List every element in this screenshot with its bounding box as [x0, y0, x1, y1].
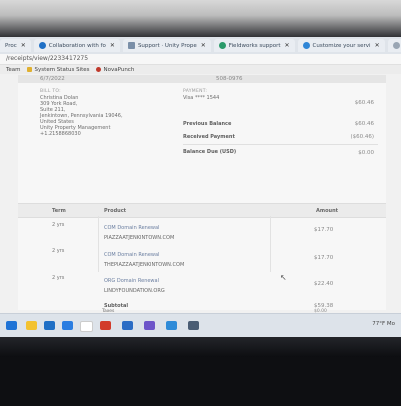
teams-icon[interactable] [144, 321, 155, 330]
support-icon [127, 42, 135, 49]
payment-amount: $60.46 [354, 100, 374, 106]
item-product: COM Domain Renewal [104, 252, 160, 258]
item-domain: THEPIAZZAATJENKINTOWN.COM [104, 262, 185, 268]
word-icon[interactable] [122, 321, 133, 330]
item-amount: $17.70 [314, 227, 334, 233]
item-term: 2 yrs [52, 248, 65, 254]
bookmarks-bar: Team System Status Sites NovaPunch [0, 65, 401, 74]
bookmark-label: Team [6, 66, 21, 73]
item-domain: LINDYFOUNDATION.ORG [104, 288, 165, 294]
column-divider [98, 216, 99, 272]
windows-taskbar: 77°F Mo [0, 313, 401, 337]
close-icon[interactable]: ✕ [201, 42, 206, 49]
balance-due-label: Balance Due (USD) [183, 149, 237, 155]
tab-label: Fieldworks support [228, 42, 281, 49]
column-amount: Amount [316, 208, 339, 214]
novapunch-icon [95, 67, 101, 72]
app-icon[interactable] [188, 321, 199, 330]
bookmark-label: NovaPunch [103, 66, 135, 73]
edge-icon[interactable] [62, 321, 73, 330]
address-bar[interactable]: /receipts/view/2233417275 [0, 54, 401, 65]
mouse-cursor-icon: ↖ [280, 273, 287, 282]
browser-tab-bar: Proc ✕ Collaboration with fo ✕ Support ·… [0, 37, 401, 55]
tab-label: Customize your servi [312, 42, 371, 49]
item-term: 2 yrs [52, 275, 65, 281]
received-payment-label: Received Payment [183, 134, 235, 140]
previous-balance: $60.46 [354, 121, 374, 127]
start-icon[interactable] [6, 321, 17, 330]
weather-text: 77°F Mo [372, 321, 395, 327]
tab-collaboration[interactable]: Collaboration with fo ✕ [33, 39, 120, 52]
bookmark-team[interactable]: Team [6, 67, 21, 73]
bookmark-label: System Status Sites [34, 66, 90, 73]
payment-label: PAYMENT: [183, 89, 208, 94]
office-icon[interactable] [100, 321, 111, 330]
received-payment: ($60.46) [350, 134, 374, 140]
balance-due: $0.00 [358, 150, 374, 156]
globe-icon [392, 42, 400, 49]
invoice-header-strip: 6/7/2022 508-0976 [18, 75, 386, 83]
payment-method: Visa **** 1544 [183, 95, 220, 101]
chrome-icon[interactable] [80, 321, 93, 332]
customize-icon [302, 42, 310, 49]
item-amount: $17.70 [314, 255, 334, 261]
column-product: Product [104, 208, 127, 214]
bill-to-label: BILL TO: [40, 89, 61, 94]
invoice-page: 6/7/2022 508-0976 BILL TO: Christina Dol… [18, 75, 386, 310]
tab-my[interactable]: My [387, 39, 401, 52]
outlook-icon[interactable] [44, 321, 55, 330]
divider [183, 144, 378, 145]
outlook-icon [38, 42, 46, 49]
bookmark-novapunch[interactable]: NovaPunch [95, 66, 135, 73]
item-product: COM Domain Renewal [104, 225, 160, 231]
tab-label: Proc [5, 42, 17, 49]
url-text: /receipts/view/2233417275 [6, 55, 89, 62]
close-icon[interactable]: ✕ [110, 42, 115, 49]
tab-support[interactable]: Support · Unity Prope ✕ [122, 39, 211, 52]
file-explorer-icon[interactable] [26, 321, 37, 330]
line-items-header: Term Product Amount [18, 203, 386, 218]
weather-clock[interactable]: 77°F Mo [372, 321, 395, 327]
close-icon[interactable]: ✕ [21, 42, 26, 49]
tab-proc[interactable]: Proc ✕ [0, 39, 31, 52]
folder-icon [26, 67, 32, 72]
fieldworks-icon [218, 42, 226, 49]
tab-customize[interactable]: Customize your servi ✕ [297, 39, 385, 52]
screen: Proc ✕ Collaboration with fo ✕ Support ·… [0, 37, 401, 337]
bill-to-address: Christina Dolan 309 York Road, Suite 211… [40, 95, 123, 137]
tab-label: Support · Unity Prope [137, 42, 197, 49]
edge-browser-icon[interactable] [166, 321, 177, 330]
order-number: 508-0976 [216, 76, 243, 82]
desk-shadow [0, 337, 401, 357]
address-line: +1.2158868030 [40, 131, 81, 137]
item-term: 2 yrs [52, 222, 65, 228]
column-divider [270, 216, 271, 272]
item-domain: PIAZZAATJENKINTOWN.COM [104, 235, 175, 241]
item-product: ORG Domain Renewal [104, 278, 159, 284]
tab-fieldworks[interactable]: Fieldworks support ✕ [213, 39, 295, 52]
close-icon[interactable]: ✕ [285, 42, 290, 49]
previous-balance-label: Previous Balance [183, 121, 232, 127]
invoice-date: 6/7/2022 [40, 76, 65, 82]
tab-label: Collaboration with fo [48, 42, 106, 49]
item-amount: $22.40 [314, 281, 334, 287]
monitor-bezel-top [0, 0, 401, 38]
close-icon[interactable]: ✕ [375, 42, 380, 49]
bookmark-system-status[interactable]: System Status Sites [26, 66, 90, 73]
column-term: Term [52, 208, 66, 214]
